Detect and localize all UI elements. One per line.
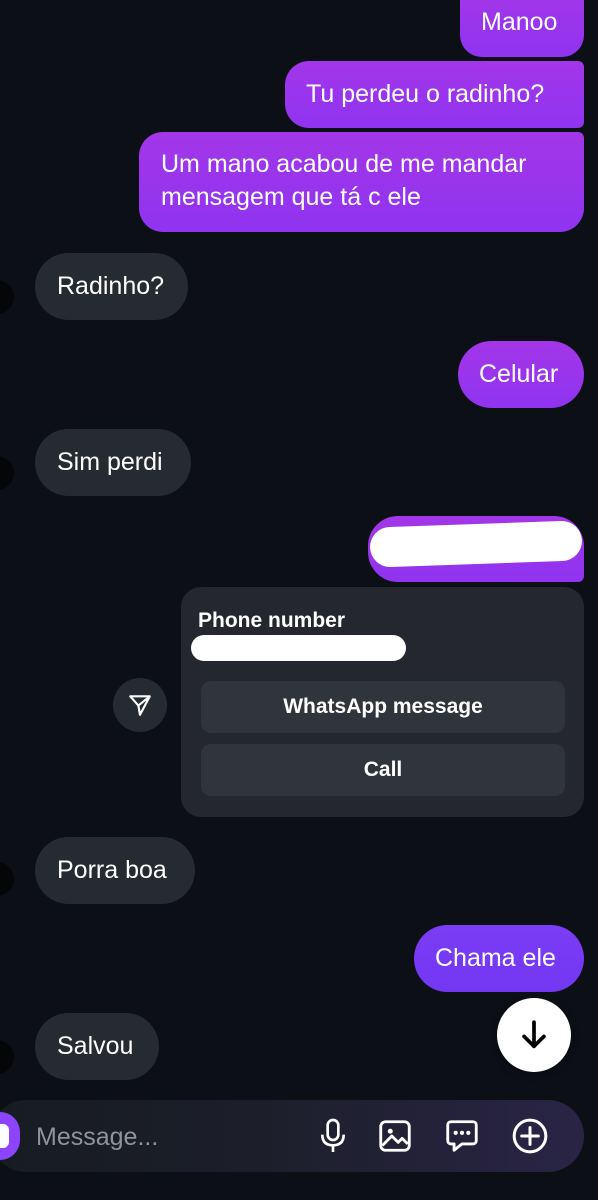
message-text-line: mensagem que tá c ele (161, 183, 421, 211)
chat-bubble-icon (446, 1120, 478, 1152)
gallery-button[interactable] (375, 1114, 415, 1158)
message-input[interactable]: Message... (36, 1120, 158, 1154)
microphone-icon (321, 1118, 345, 1152)
share-button[interactable] (113, 678, 167, 732)
card-title: Phone number (198, 609, 346, 632)
message-text: Manoo (481, 8, 558, 36)
avatar[interactable] (0, 456, 14, 490)
message-bubble-incoming[interactable]: Sim perdi (35, 429, 191, 496)
call-button[interactable]: Call (201, 744, 565, 796)
message-text: Radinho? (57, 272, 165, 300)
camera-icon (0, 1124, 9, 1148)
phone-number-card: Phone number WhatsApp message Call (181, 587, 584, 817)
avatar[interactable] (0, 862, 14, 896)
arrow-down-icon (522, 1020, 546, 1049)
plus-circle-icon (512, 1118, 548, 1154)
message-bubble-incoming[interactable]: Salvou (35, 1013, 159, 1080)
message-bubble-incoming[interactable]: Radinho? (35, 253, 188, 320)
redaction-mark (369, 520, 583, 568)
message-text: Celular (479, 360, 559, 388)
message-text: Porra boa (57, 856, 167, 884)
message-bubble-outgoing[interactable]: Um mano acabou de me mandar mensagem que… (139, 132, 584, 232)
message-bubble-outgoing[interactable]: Tu perdeu o radinho? (285, 61, 584, 128)
message-text: Sim perdi (57, 448, 163, 476)
scroll-to-bottom-button[interactable] (497, 998, 571, 1072)
redaction-mark (191, 635, 406, 661)
message-text-line: Um mano acabou de me mandar (161, 150, 527, 178)
microphone-button[interactable] (313, 1114, 353, 1158)
avatar[interactable] (0, 1040, 14, 1074)
whatsapp-message-button[interactable]: WhatsApp message (201, 681, 565, 733)
message-bubble-outgoing[interactable]: Manoo (460, 0, 584, 57)
chat-screen: Manoo Tu perdeu o radinho? Um mano acabo… (0, 0, 598, 1200)
message-bubble-outgoing[interactable]: Chama ele (414, 925, 584, 992)
avatar[interactable] (0, 280, 14, 314)
image-icon (379, 1120, 411, 1152)
message-bubble-outgoing[interactable]: Celular (458, 341, 584, 408)
send-icon (129, 695, 151, 716)
message-bubble-incoming[interactable]: Porra boa (35, 837, 195, 904)
more-button[interactable] (510, 1114, 550, 1158)
message-text: Tu perdeu o radinho? (306, 80, 545, 108)
message-text: Salvou (57, 1032, 134, 1060)
message-text: Chama ele (435, 944, 556, 972)
sticker-button[interactable] (442, 1114, 482, 1158)
